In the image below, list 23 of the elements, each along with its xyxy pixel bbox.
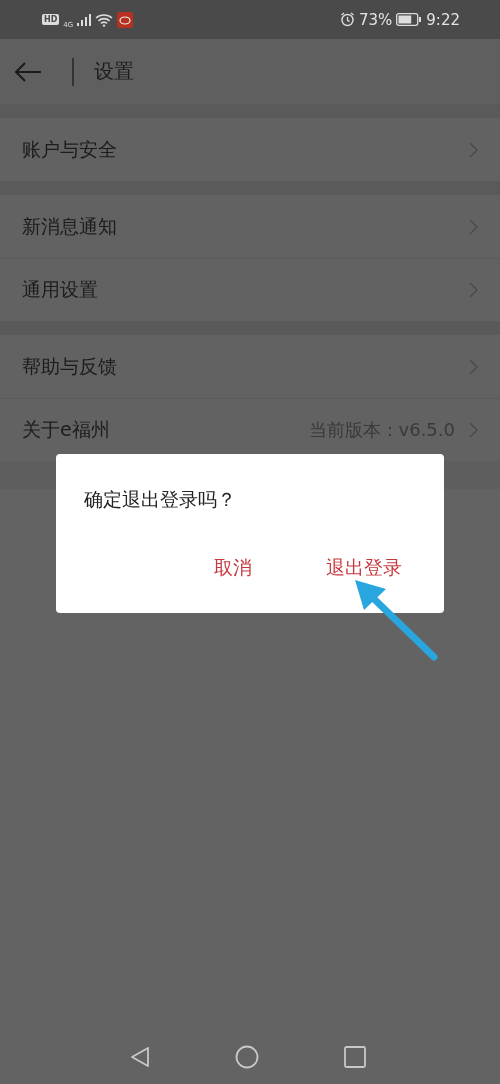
chevron-icon [469, 282, 478, 298]
battery-icon [396, 13, 423, 26]
dialog-button[interactable]: 退出登录 [324, 551, 404, 585]
clock: 9:22 [426, 10, 460, 29]
settings-row[interactable]: 帮助与反馈 [0, 335, 500, 398]
chevron-icon [469, 141, 478, 158]
dialog-button[interactable]: 取消 [212, 551, 254, 585]
battery-percent: 73% [358, 10, 393, 29]
dialog-message: 确定退出登录吗？ [84, 487, 237, 512]
signal-icon [77, 13, 92, 26]
chevron-icon [469, 422, 478, 438]
chevron-icon [469, 358, 478, 375]
hd-badge: HD [42, 14, 60, 25]
wifi-icon [95, 12, 114, 27]
recents-nav-icon[interactable] [344, 1046, 366, 1068]
back-nav-icon[interactable] [130, 1046, 150, 1068]
chevron-icon [469, 218, 478, 235]
app-notification-icon [117, 11, 134, 28]
alarm-icon [339, 12, 355, 27]
settings-row[interactable]: 账户与安全 [0, 118, 500, 181]
home-nav-icon[interactable] [235, 1045, 259, 1069]
page-title: 设置 [93, 58, 134, 85]
settings-row[interactable]: 新消息通知 [0, 195, 500, 258]
